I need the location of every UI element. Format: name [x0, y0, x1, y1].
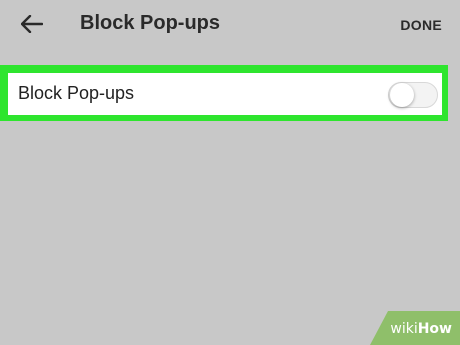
page-title: Block Pop-ups	[80, 12, 221, 34]
wikihow-watermark-text: wikiHow	[390, 321, 452, 337]
toggle-knob	[390, 83, 414, 107]
done-button[interactable]: DONE	[400, 17, 442, 33]
arrow-left-icon	[21, 15, 43, 33]
block-popups-row[interactable]: Block Pop-ups	[8, 73, 442, 115]
block-popups-toggle[interactable]	[388, 82, 438, 108]
top-bar: Block Pop-ups DONE	[0, 0, 460, 58]
watermark-wiki: wiki	[390, 321, 418, 337]
block-popups-label: Block Pop-ups	[18, 83, 135, 103]
back-button[interactable]	[18, 10, 46, 38]
watermark-how: How	[417, 321, 452, 337]
